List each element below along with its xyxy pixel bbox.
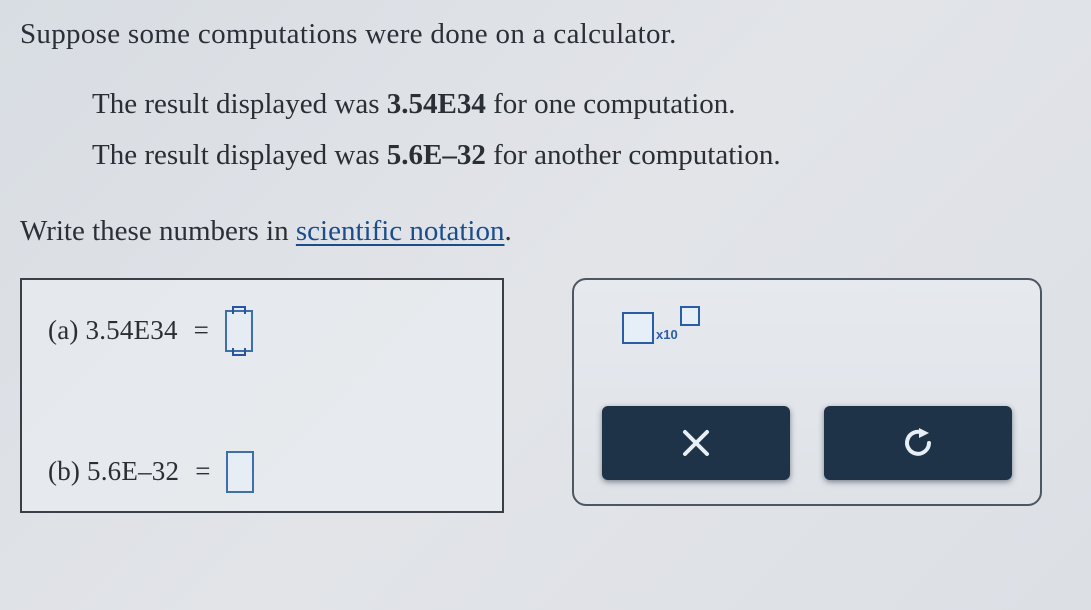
- exponent-placeholder-icon: [680, 306, 700, 326]
- prompt-text: Write these numbers in scientific notati…: [20, 215, 1071, 248]
- equals-sign-a: =: [190, 315, 213, 346]
- equals-sign-b: =: [191, 456, 214, 487]
- answer-a-label: (a) 3.54E34: [48, 315, 178, 346]
- result2-pre: The result displayed was: [92, 139, 387, 171]
- result1-value: 3.54E34: [387, 88, 486, 120]
- clear-button[interactable]: [602, 406, 790, 480]
- answer-b-label: (b) 5.6E–32: [48, 456, 179, 487]
- prompt-post: .: [504, 215, 511, 247]
- result1-post: for one computation.: [486, 88, 736, 120]
- result1-pre: The result displayed was: [92, 88, 387, 120]
- answer-a-input[interactable]: [225, 310, 253, 352]
- x-icon: [679, 426, 713, 460]
- results-block: The result displayed was 3.54E34 for one…: [92, 79, 1071, 181]
- input-palette: x10: [572, 278, 1042, 506]
- times-ten-label: x10: [656, 327, 678, 342]
- intro-text: Suppose some computations were done on a…: [20, 18, 1071, 51]
- result2-value: 5.6E–32: [387, 139, 486, 171]
- reset-icon: [899, 424, 937, 462]
- prompt-pre: Write these numbers in: [20, 215, 296, 247]
- coefficient-placeholder-icon: [622, 312, 654, 344]
- answer-box: (a) 3.54E34 = (b) 5.6E–32 =: [20, 278, 504, 513]
- reset-button[interactable]: [824, 406, 1012, 480]
- answer-row-b: (b) 5.6E–32 =: [48, 451, 476, 493]
- scientific-notation-template-button[interactable]: x10: [616, 300, 706, 350]
- answer-b-input[interactable]: [226, 451, 254, 493]
- answer-row-a: (a) 3.54E34 =: [48, 310, 476, 352]
- result2-post: for another computation.: [486, 139, 781, 171]
- scientific-notation-link[interactable]: scientific notation: [296, 215, 505, 247]
- result-line-2: The result displayed was 5.6E–32 for ano…: [92, 130, 1071, 181]
- result-line-1: The result displayed was 3.54E34 for one…: [92, 79, 1071, 130]
